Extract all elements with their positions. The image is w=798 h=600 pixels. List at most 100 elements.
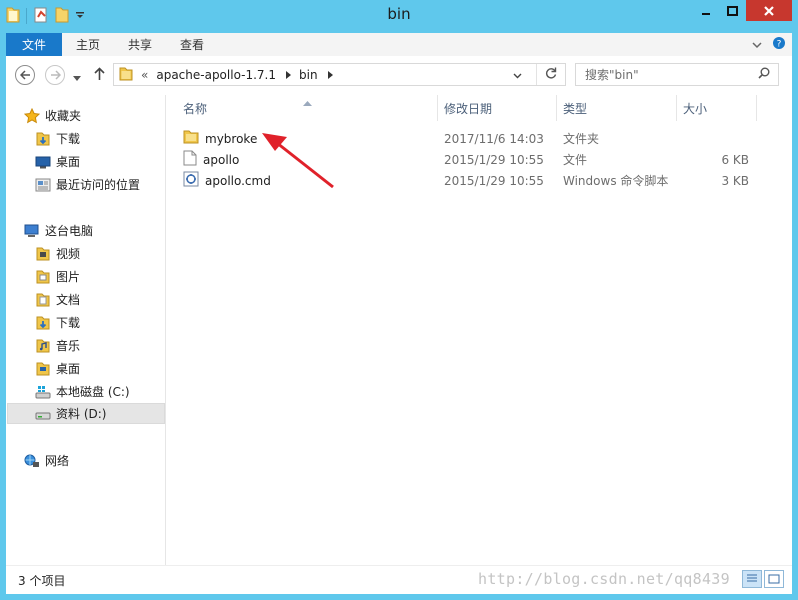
minimize-icon <box>701 12 710 15</box>
file-type: 文件夹 <box>563 132 600 146</box>
downloads-folder-icon <box>35 315 51 331</box>
column-headers: 名称 修改日期 类型 大小 <box>177 95 757 121</box>
close-icon <box>764 5 774 16</box>
address-row: « apache-apollo-1.7.1 bin 搜索"bin" <box>6 56 792 95</box>
view-switcher <box>742 570 784 588</box>
title-bar: bin <box>0 0 798 32</box>
file-type: 文件 <box>563 153 588 167</box>
file-modified: 2017/11/6 14:03 <box>444 131 544 146</box>
nav-label: 桌面 <box>56 362 81 376</box>
watermark: http://blog.csdn.net/qq8439 <box>478 570 730 588</box>
nav-label: 视频 <box>56 247 81 261</box>
column-header-name[interactable]: 名称 <box>177 95 438 121</box>
breadcrumb-overflow[interactable]: « <box>141 68 148 82</box>
nav-label: 桌面 <box>56 155 81 169</box>
large-icons-view-button[interactable] <box>764 570 784 588</box>
tab-file[interactable]: 文件 <box>6 33 63 56</box>
forward-button[interactable] <box>45 65 65 85</box>
network-icon <box>24 453 40 469</box>
breadcrumb-bin[interactable]: bin <box>299 68 318 82</box>
nav-label: 本地磁盘 (C:) <box>56 385 130 399</box>
file-size: 3 KB <box>721 173 749 188</box>
up-button[interactable] <box>94 67 105 84</box>
svg-text:?: ? <box>777 40 782 50</box>
nav-label: 这台电脑 <box>45 224 94 238</box>
forward-arrow-icon <box>50 70 61 80</box>
tab-share[interactable]: 共享 <box>114 33 166 56</box>
nav-this-pc[interactable]: 这台电脑 <box>24 220 182 241</box>
chevron-down-icon <box>752 41 762 48</box>
recent-places-icon <box>35 177 51 193</box>
refresh-icon <box>545 67 557 79</box>
annotation-arrow <box>262 133 334 189</box>
file-name: apollo <box>203 152 240 167</box>
file-modified: 2015/1/29 10:55 <box>444 152 544 167</box>
explorer-body: 收藏夹 下载 桌面 最近访问的位置 这台电脑 视频 图片 文档 下载 音乐 桌面… <box>6 95 792 565</box>
chevron-right-icon[interactable] <box>327 68 333 82</box>
folder-icon <box>183 130 199 147</box>
refresh-button[interactable] <box>545 67 557 82</box>
address-bar[interactable]: « apache-apollo-1.7.1 bin <box>113 63 566 86</box>
ribbon-tabs: 文件 主页 共享 查看 ? <box>6 33 792 56</box>
large-icons-view-icon <box>768 574 780 584</box>
nav-label: 图片 <box>56 270 81 284</box>
nav-label: 文档 <box>56 293 81 307</box>
up-arrow-icon <box>94 67 105 80</box>
nav-drive-d[interactable]: 资料 (D:) <box>7 403 165 424</box>
file-list: 名称 修改日期 类型 大小 mybroke 2017/11/6 14:03 文件… <box>167 95 792 565</box>
nav-label: 收藏夹 <box>45 109 82 123</box>
search-placeholder: 搜索"bin" <box>585 68 639 82</box>
nav-label: 资料 (D:) <box>56 407 107 421</box>
maximize-icon <box>727 5 738 16</box>
search-icon[interactable] <box>758 67 770 82</box>
chevron-down-icon <box>73 76 81 81</box>
back-arrow-icon <box>19 70 30 80</box>
back-button[interactable] <box>15 65 35 85</box>
column-header-size[interactable]: 大小 <box>677 95 757 121</box>
system-drive-icon <box>35 384 51 400</box>
tab-home[interactable]: 主页 <box>62 33 114 56</box>
window-title: bin <box>387 5 411 23</box>
documents-folder-icon <box>35 292 51 308</box>
videos-folder-icon <box>35 246 51 262</box>
help-button[interactable]: ? <box>772 36 786 53</box>
recent-locations-button[interactable] <box>73 71 81 85</box>
address-history-button[interactable] <box>513 68 522 82</box>
window-controls <box>692 0 792 21</box>
address-divider <box>536 64 537 85</box>
close-button[interactable] <box>746 0 792 21</box>
nav-label: 音乐 <box>56 339 81 353</box>
drive-icon <box>35 406 51 422</box>
explorer-window: bin 文件 主页 共享 查看 ? « apache-apollo-1.7.1 … <box>0 0 798 600</box>
breadcrumb-apache-apollo[interactable]: apache-apollo-1.7.1 <box>156 68 276 82</box>
ribbon-right-controls: ? <box>752 33 792 56</box>
tab-view[interactable]: 查看 <box>166 33 218 56</box>
search-input[interactable]: 搜索"bin" <box>575 63 779 86</box>
desktop-folder-icon <box>35 361 51 377</box>
music-folder-icon <box>35 338 51 354</box>
nav-label: 最近访问的位置 <box>56 178 141 192</box>
navigation-pane: 收藏夹 下载 桌面 最近访问的位置 这台电脑 视频 图片 文档 下载 音乐 桌面… <box>6 95 166 565</box>
desktop-icon <box>35 154 51 170</box>
nav-favorites[interactable]: 收藏夹 <box>24 105 182 126</box>
chevron-down-icon <box>513 73 522 78</box>
help-icon: ? <box>773 37 785 50</box>
item-count: 3 个项目 <box>18 573 66 588</box>
details-view-button[interactable] <box>742 570 762 588</box>
maximize-button[interactable] <box>719 0 746 21</box>
minimize-button[interactable] <box>692 0 719 21</box>
file-icon <box>183 150 197 169</box>
cmd-script-icon <box>183 171 199 190</box>
nav-label: 网络 <box>45 454 70 468</box>
details-view-icon <box>747 574 757 582</box>
file-type: Windows 命令脚本 <box>563 174 669 188</box>
column-header-type[interactable]: 类型 <box>557 95 677 121</box>
downloads-folder-icon <box>35 131 51 147</box>
nav-network[interactable]: 网络 <box>24 450 182 471</box>
star-icon <box>24 107 40 124</box>
computer-icon <box>24 223 40 239</box>
chevron-right-icon[interactable] <box>286 68 291 82</box>
expand-ribbon-button[interactable] <box>752 38 762 52</box>
column-header-modified[interactable]: 修改日期 <box>438 95 557 121</box>
file-modified: 2015/1/29 10:55 <box>444 173 544 188</box>
